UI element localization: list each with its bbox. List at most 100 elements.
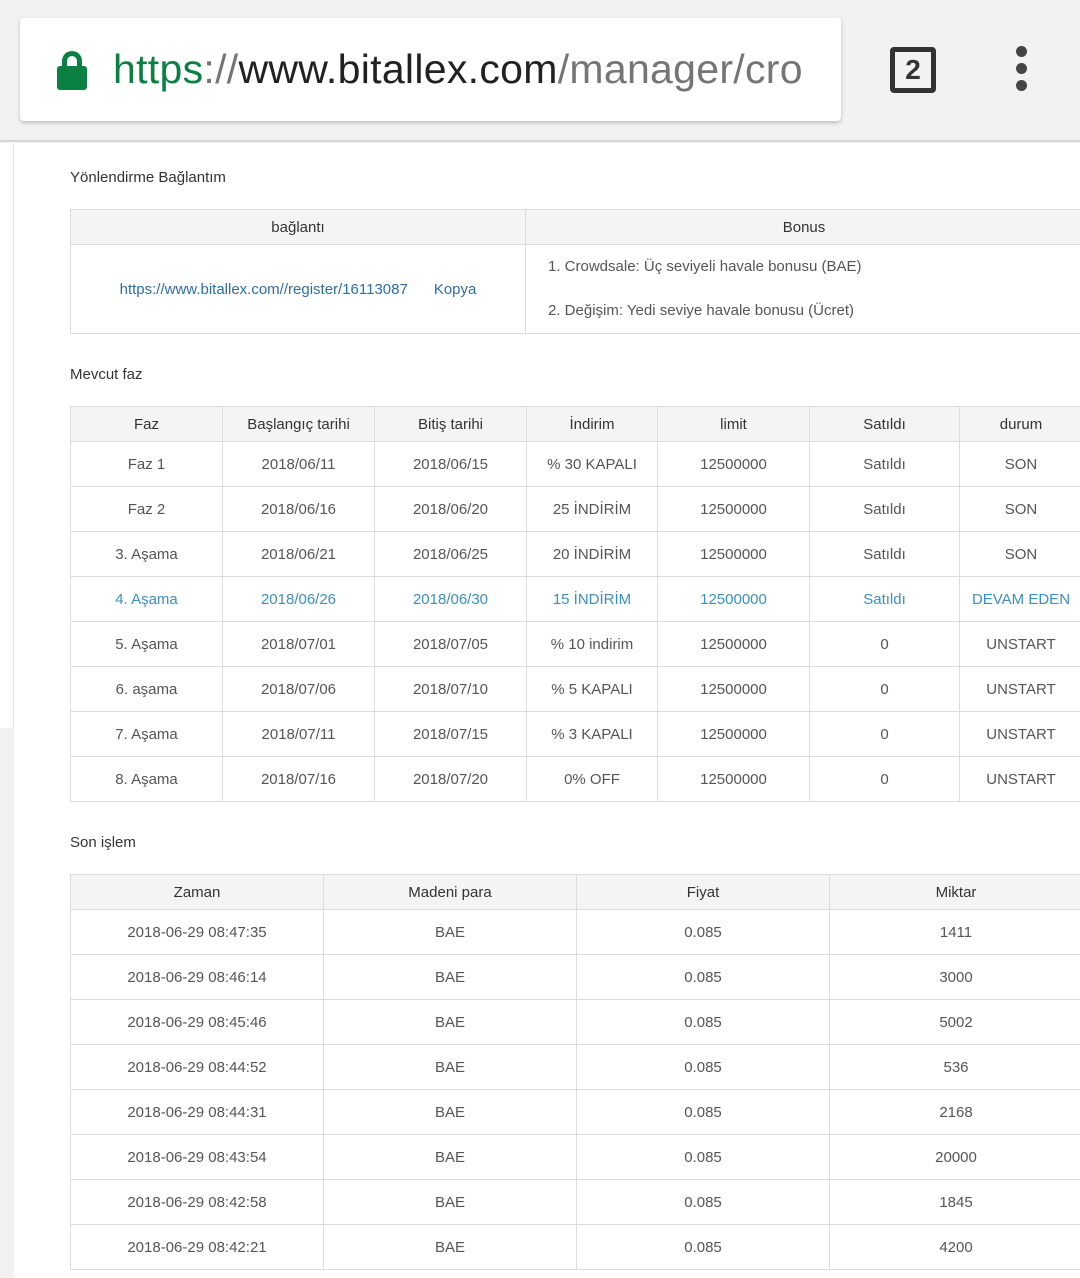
table-cell: 0.085 <box>576 1134 830 1180</box>
table-row: Faz 2 2018/06/16 2018/06/20 25 İNDİRİM 12500… <box>70 486 1080 532</box>
url-text[interactable]: https://www.bitallex.com/manager/cro <box>113 46 803 93</box>
table-cell: 2018/06/30 <box>374 576 527 622</box>
column-header: durum <box>959 406 1080 442</box>
table-header-row: Zaman Madeni para Fiyat Miktar <box>70 874 1080 910</box>
column-header-link: bağlantı <box>70 209 526 245</box>
column-header: Miktar <box>829 874 1080 910</box>
table-cell: 2018/07/15 <box>374 711 527 757</box>
table-cell: % 5 KAPALI <box>526 666 658 712</box>
table-cell: UNSTART <box>959 711 1080 757</box>
table-cell: Satıldı <box>809 576 960 622</box>
table-row: 7. Aşama 2018/07/11 2018/07/15% 3 KAPALI 12… <box>70 711 1080 757</box>
table-cell: Satıldı <box>809 441 960 487</box>
table-cell: BAE <box>323 909 577 955</box>
bonus-item-2: 2. Değişim: Yedi seviye havale bonusu (Ü… <box>548 302 854 319</box>
column-header: Başlangıç tarihi <box>222 406 375 442</box>
table-cell: Faz 2 <box>70 486 223 532</box>
table-cell: SON <box>959 531 1080 577</box>
table-row: 2018-06-29 08:47:35 BAE 0.085 1411 <box>70 909 1080 955</box>
table-cell: 0.085 <box>576 1044 830 1090</box>
table-cell: 12500000 <box>657 576 810 622</box>
table-cell: UNSTART <box>959 666 1080 712</box>
table-row: 2018-06-29 08:45:46 BAE 0.085 5002 <box>70 999 1080 1045</box>
table-cell: BAE <box>323 1134 577 1180</box>
table-cell: 8. Aşama <box>70 756 223 802</box>
referral-link[interactable]: https://www.bitallex.com//register/16113… <box>120 281 408 298</box>
table-cell: 12500000 <box>657 486 810 532</box>
table-cell: 0 <box>809 756 960 802</box>
table-cell: BAE <box>323 1224 577 1270</box>
table-cell: 2018-06-29 08:44:31 <box>70 1089 324 1135</box>
table-cell: 2018-06-29 08:46:14 <box>70 954 324 1000</box>
column-header: İndirim <box>526 406 658 442</box>
column-header: Fiyat <box>576 874 830 910</box>
table-cell: 2018/07/10 <box>374 666 527 712</box>
table-row: 3. Aşama 2018/06/21 2018/06/25 20 İNDİRİM 12… <box>70 531 1080 577</box>
table-cell: 2018/07/01 <box>222 621 375 667</box>
table-cell: 5. Aşama <box>70 621 223 667</box>
referral-link-cell: https://www.bitallex.com//register/16113… <box>70 244 526 334</box>
table-cell: DEVAM EDEN <box>959 576 1080 622</box>
table-row: 4. Aşama 2018/06/26 2018/06/30 15 İNDİRİM 12… <box>70 576 1080 622</box>
table-cell: 3000 <box>829 954 1080 1000</box>
table-cell: 2018-06-29 08:44:52 <box>70 1044 324 1090</box>
table-cell: 4200 <box>829 1224 1080 1270</box>
table-cell: 12500000 <box>657 666 810 712</box>
table-cell: % 10 indirim <box>526 621 658 667</box>
table-cell: 536 <box>829 1044 1080 1090</box>
table-cell: SON <box>959 441 1080 487</box>
table-cell: 2018/07/20 <box>374 756 527 802</box>
url-host: www.bitallex.com <box>238 46 558 92</box>
table-header-row: Faz Başlangıç tarihi Bitiş tarihi İndirim li… <box>70 406 1080 442</box>
table-cell: 2018/07/05 <box>374 621 527 667</box>
table-cell: 0 <box>809 621 960 667</box>
lock-icon[interactable] <box>57 48 87 92</box>
table-cell: % 3 KAPALI <box>526 711 658 757</box>
copy-link-button[interactable]: Kopya <box>434 281 477 298</box>
table-cell: 2018/07/06 <box>222 666 375 712</box>
address-bar[interactable]: https://www.bitallex.com/manager/cro <box>20 18 841 121</box>
table-cell: BAE <box>323 1044 577 1090</box>
table-header-row: bağlantı Bonus <box>70 209 1080 245</box>
table-cell: 1845 <box>829 1179 1080 1225</box>
table-cell: 2168 <box>829 1089 1080 1135</box>
more-vert-icon[interactable] <box>1010 46 1032 94</box>
table-cell: 15 İNDİRİM <box>526 576 658 622</box>
table-cell: 12500000 <box>657 621 810 667</box>
table-cell: 0% OFF <box>526 756 658 802</box>
table-cell: Faz 1 <box>70 441 223 487</box>
table-cell: 2018/06/15 <box>374 441 527 487</box>
table-cell: Satıldı <box>809 531 960 577</box>
table-cell: 0.085 <box>576 954 830 1000</box>
url-separator: :// <box>203 46 239 92</box>
table-cell: 2018/06/25 <box>374 531 527 577</box>
table-cell: 5002 <box>829 999 1080 1045</box>
table-cell: 2018/06/26 <box>222 576 375 622</box>
tab-switcher-button[interactable]: 2 <box>890 47 936 93</box>
table-cell: 12500000 <box>657 531 810 577</box>
table-cell: BAE <box>323 1089 577 1135</box>
table-cell: BAE <box>323 1179 577 1225</box>
bonus-cell: 1. Crowdsale: Üç seviyeli havale bonusu … <box>525 244 1080 334</box>
column-header: Zaman <box>70 874 324 910</box>
table-row: 5. Aşama 2018/07/01 2018/07/05% 10 indirim… <box>70 621 1080 667</box>
table-row: Faz 1 2018/06/11 2018/06/15% 30 KAPALI 1250… <box>70 441 1080 487</box>
table-cell: 6. aşama <box>70 666 223 712</box>
table-cell: 20 İNDİRİM <box>526 531 658 577</box>
table-cell: 2018/07/16 <box>222 756 375 802</box>
table-cell: 2018/06/11 <box>222 441 375 487</box>
phase-section-title: Mevcut faz <box>70 366 143 383</box>
table-cell: 0.085 <box>576 1224 830 1270</box>
table-cell: 1411 <box>829 909 1080 955</box>
table-cell: 0 <box>809 666 960 712</box>
table-row: 6. aşama 2018/07/06 2018/07/10% 5 KAPALI 12… <box>70 666 1080 712</box>
referral-section-title: Yönlendirme Bağlantım <box>70 169 226 186</box>
column-header-bonus: Bonus <box>525 209 1080 245</box>
table-cell: 2018-06-29 08:45:46 <box>70 999 324 1045</box>
table-cell: 0.085 <box>576 999 830 1045</box>
table-cell: UNSTART <box>959 621 1080 667</box>
table-cell: 0 <box>809 711 960 757</box>
table-cell: 25 İNDİRİM <box>526 486 658 532</box>
table-row: 2018-06-29 08:42:58 BAE 0.085 1845 <box>70 1179 1080 1225</box>
table-row: 8. Aşama 2018/07/16 2018/07/20 0% OFF 125000… <box>70 756 1080 802</box>
